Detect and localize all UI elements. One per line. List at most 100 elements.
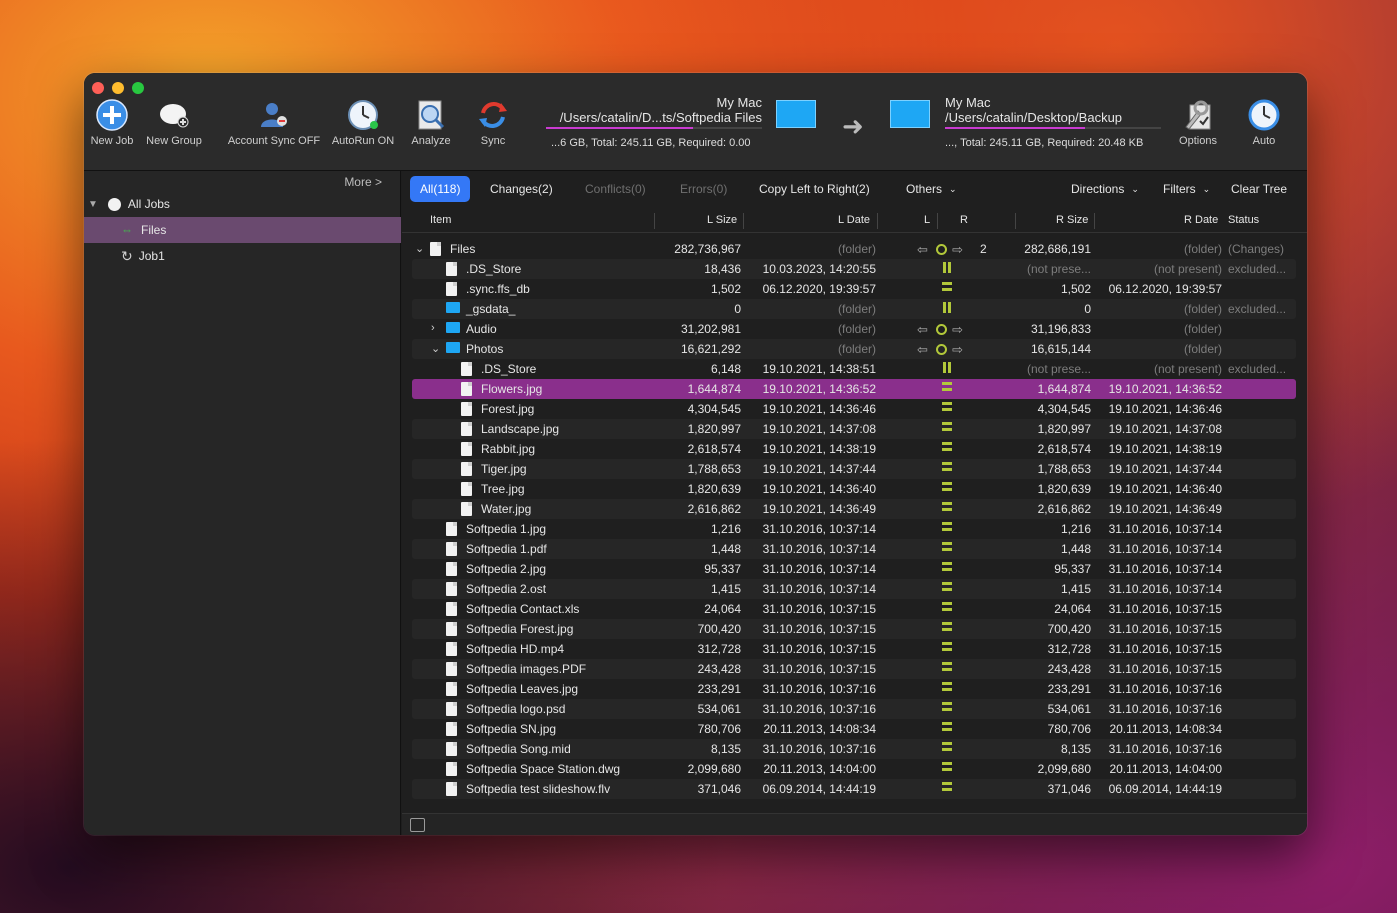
equal-icon[interactable] <box>942 702 952 711</box>
equal-icon[interactable] <box>942 762 952 771</box>
arrow-right-icon[interactable]: ⇨ <box>952 242 965 257</box>
table-row[interactable]: Softpedia Leaves.jpg 233,291 31.10.2016, 1… <box>412 679 1296 699</box>
column-divider[interactable] <box>654 213 655 229</box>
table-row[interactable]: Softpedia test slideshow.flv 371,046 06.09… <box>412 779 1296 799</box>
equal-icon[interactable] <box>942 622 952 631</box>
table-row[interactable]: _gsdata_ 0 (folder) 0 (folder) excluded... <box>412 299 1296 319</box>
table-row[interactable]: ⌄ Files 282,736,967 (folder) 282,686,191 (fol… <box>412 239 1296 259</box>
radio-circle-icon[interactable] <box>107 197 121 211</box>
excluded-pause-icon[interactable] <box>942 302 952 313</box>
folder-sync-ops[interactable]: ⇦ ⇨ <box>917 242 965 258</box>
equal-icon[interactable] <box>942 742 952 751</box>
filters-dropdown[interactable]: Filters ⌄ <box>1153 176 1220 202</box>
new-job-button[interactable]: New Job <box>88 99 136 147</box>
others-dropdown[interactable]: Others ⌄ <box>896 176 967 202</box>
equal-icon[interactable] <box>942 602 952 611</box>
table-row[interactable]: Tree.jpg 1,820,639 19.10.2021, 14:36:40 1,8… <box>412 479 1296 499</box>
col-rsize[interactable]: R Size <box>1056 214 1088 226</box>
arrow-left-icon[interactable]: ⇦ <box>917 342 930 357</box>
arrow-right-icon[interactable]: ⇨ <box>952 342 965 357</box>
equal-icon[interactable] <box>942 502 952 511</box>
table-row[interactable]: Softpedia SN.jpg 780,706 20.11.2013, 14:08… <box>412 719 1296 739</box>
chevron-down-icon[interactable]: ⌄ <box>415 242 424 255</box>
equal-icon[interactable] <box>942 582 952 591</box>
table-row[interactable]: Forest.jpg 4,304,545 19.10.2021, 14:36:46 4… <box>412 399 1296 419</box>
equal-icon[interactable] <box>942 422 952 431</box>
sidebar-item-files[interactable]: ⇔ Files <box>84 217 401 243</box>
sidebar-item-job1[interactable]: ↻ Job1 <box>84 243 401 269</box>
equal-icon[interactable] <box>942 442 952 451</box>
excluded-pause-icon[interactable] <box>942 262 952 273</box>
table-row[interactable]: Softpedia logo.psd 534,061 31.10.2016, 10:… <box>412 699 1296 719</box>
options-button[interactable]: Options <box>1174 99 1222 147</box>
table-row[interactable]: Landscape.jpg 1,820,997 19.10.2021, 14:37:… <box>412 419 1296 439</box>
left-folder-icon[interactable] <box>776 100 816 128</box>
new-group-button[interactable]: New Group <box>144 99 204 147</box>
clear-tree-button[interactable]: Clear Tree <box>1221 176 1297 202</box>
arrow-left-icon[interactable]: ⇦ <box>917 322 930 337</box>
equal-icon[interactable] <box>942 782 952 791</box>
table-row[interactable]: Tiger.jpg 1,788,653 19.10.2021, 14:37:44 1,… <box>412 459 1296 479</box>
equal-icon[interactable] <box>942 522 952 531</box>
table-row[interactable]: Softpedia images.PDF 243,428 31.10.2016, 1… <box>412 659 1296 679</box>
excluded-pause-icon[interactable] <box>942 362 952 373</box>
copy-left-to-right-button[interactable]: Copy Left to Right(2) <box>749 176 880 202</box>
right-folder-icon[interactable] <box>890 100 930 128</box>
column-divider[interactable] <box>937 213 938 229</box>
filter-conflicts-button[interactable]: Conflicts(0) <box>575 176 656 202</box>
equal-icon[interactable] <box>942 722 952 731</box>
col-l[interactable]: L <box>924 214 930 226</box>
filter-errors-button[interactable]: Errors(0) <box>670 176 737 202</box>
all-jobs-row[interactable]: ▼ All Jobs <box>84 191 401 217</box>
table-row[interactable]: Softpedia 2.ost 1,415 31.10.2016, 10:37:14… <box>412 579 1296 599</box>
column-divider[interactable] <box>743 213 744 229</box>
table-row[interactable]: Softpedia Forest.jpg 700,420 31.10.2016, 1… <box>412 619 1296 639</box>
col-rdate[interactable]: R Date <box>1184 214 1218 226</box>
table-row[interactable]: .DS_Store 6,148 19.10.2021, 14:38:51 (not p… <box>412 359 1296 379</box>
equal-icon[interactable] <box>942 662 952 671</box>
col-ldate[interactable]: L Date <box>838 214 870 226</box>
table-row[interactable]: Softpedia Space Station.dwg 2,099,680 20.1… <box>412 759 1296 779</box>
table-row[interactable]: Water.jpg 2,616,862 19.10.2021, 14:36:49 2,… <box>412 499 1296 519</box>
table-row[interactable]: Flowers.jpg 1,644,874 19.10.2021, 14:36:52… <box>412 379 1296 399</box>
table-row[interactable]: .DS_Store 18,436 10.03.2023, 14:20:55 (not … <box>412 259 1296 279</box>
chevron-right-icon[interactable]: › <box>431 322 435 334</box>
close-window-button[interactable] <box>92 82 104 94</box>
log-icon[interactable] <box>410 818 425 832</box>
account-sync-button[interactable]: Account Sync OFF <box>224 99 324 147</box>
equal-icon[interactable] <box>942 562 952 571</box>
equal-icon[interactable] <box>942 682 952 691</box>
col-r[interactable]: R <box>960 214 968 226</box>
folder-sync-ops[interactable]: ⇦ ⇨ <box>917 342 965 358</box>
table-row[interactable]: ⌄ Photos 16,621,292 (folder) 16,615,144 (fold… <box>412 339 1296 359</box>
column-divider[interactable] <box>1094 213 1095 229</box>
table-row[interactable]: Softpedia Contact.xls 24,064 31.10.2016, 1… <box>412 599 1296 619</box>
table-row[interactable]: › Audio 31,202,981 (folder) 31,196,833 (folde… <box>412 319 1296 339</box>
column-divider[interactable] <box>877 213 878 229</box>
zoom-window-button[interactable] <box>132 82 144 94</box>
directions-dropdown[interactable]: Directions ⌄ <box>1061 176 1149 202</box>
filter-all-button[interactable]: All(118) <box>410 176 471 202</box>
right-location-panel[interactable]: My Mac /Users/catalin/Desktop/Backup ...… <box>945 95 1161 149</box>
col-item[interactable]: Item <box>430 214 451 226</box>
equal-icon[interactable] <box>942 482 952 491</box>
table-row[interactable]: Softpedia 1.pdf 1,448 31.10.2016, 10:37:14… <box>412 539 1296 559</box>
arrow-left-icon[interactable]: ⇦ <box>917 242 930 257</box>
autorun-button[interactable]: AutoRun ON <box>328 99 398 147</box>
table-row[interactable]: Softpedia HD.mp4 312,728 31.10.2016, 10:37… <box>412 639 1296 659</box>
col-lsize[interactable]: L Size <box>707 214 737 226</box>
chevron-down-icon[interactable]: ⌄ <box>431 342 440 355</box>
auto-button[interactable]: Auto <box>1244 99 1284 147</box>
table-row[interactable]: Rabbit.jpg 2,618,574 19.10.2021, 14:38:19 2… <box>412 439 1296 459</box>
equal-icon[interactable] <box>942 402 952 411</box>
table-row[interactable]: Softpedia 2.jpg 95,337 31.10.2016, 10:37:1… <box>412 559 1296 579</box>
more-button[interactable]: More > <box>344 175 382 189</box>
equal-icon[interactable] <box>942 282 952 291</box>
analyze-button[interactable]: Analyze <box>406 99 456 147</box>
equal-icon[interactable] <box>942 382 952 391</box>
disclosure-down-icon[interactable]: ▼ <box>88 199 98 210</box>
column-divider[interactable] <box>1015 213 1016 229</box>
sync-button[interactable]: Sync <box>471 99 515 147</box>
minimize-window-button[interactable] <box>112 82 124 94</box>
table-row[interactable]: Softpedia Song.mid 8,135 31.10.2016, 10:37… <box>412 739 1296 759</box>
